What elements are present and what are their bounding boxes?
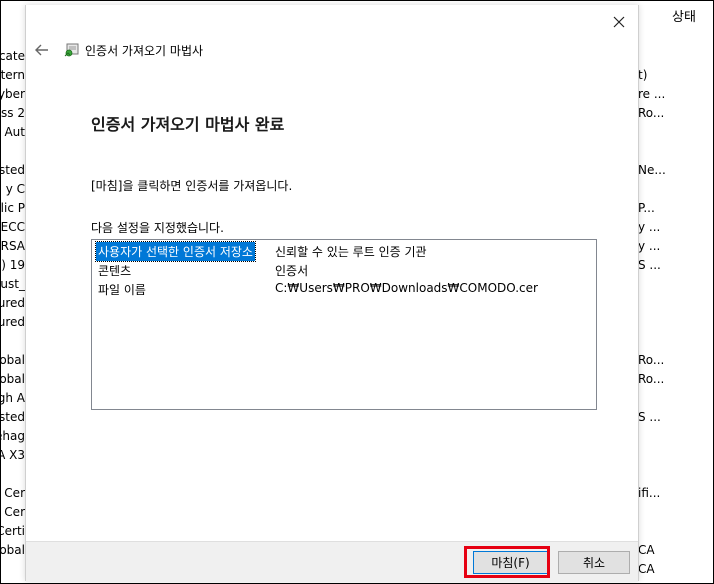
background-row: sured [1,296,25,310]
background-row: S ... [638,258,661,272]
finish-button[interactable]: 마침(F) [473,551,548,574]
list-item[interactable]: 파일 이름 C:₩Users₩PRO₩Downloads₩COMODO.cer [92,280,596,298]
background-row: lic P [1,201,25,215]
background-row: y ... [638,220,661,234]
background-row: ss 2 [1,106,25,120]
dialog-footer: 마침(F) 취소 [26,541,638,582]
background-row: ECC [1,220,25,234]
background-row: Ro... [638,372,665,386]
background-row: c) 19 [1,258,25,272]
certificate-wizard-icon [64,43,79,57]
background-row: re ... [638,87,666,101]
background-row: ifi... [638,486,661,500]
setting-value: 인증서 [275,264,309,278]
page-title: 인증서 가져오기 마법사 완료 [91,115,285,134]
background-row: Certi [1,524,25,538]
cancel-button[interactable]: 취소 [558,551,630,574]
background-row: obal [1,353,25,367]
back-button[interactable] [32,41,52,59]
close-button[interactable] [608,11,630,33]
background-row: ehag [1,429,25,443]
background-row: sured [1,315,25,329]
background-row: P... [638,201,655,215]
background-list-right: t) re ... Ro... Ne... P... y ... y ... S… [638,1,713,581]
background-row: yber [1,87,25,101]
finish-instruction-text: [마침]을 클릭하면 인증서를 가져옵니다. [91,179,293,193]
status-column-header: 상태 [672,10,696,25]
background-list-left: cate tern yber ss 2 Aut sted y C lic P E… [1,1,25,581]
background-row: S ... [638,410,661,424]
background-row: obal [1,543,25,557]
setting-key: 사용자가 선택한 인증서 저장소 [95,241,256,262]
background-row: obal [1,372,25,386]
background-row: Ne... [638,163,666,177]
back-arrow-icon [35,44,48,56]
background-row: A X3 [1,448,25,462]
background-row: CA [638,543,655,557]
background-row: Ro... [638,106,665,120]
background-row: t Cer [1,486,25,500]
background-row: t) [638,68,648,82]
settings-summary-label: 다음 설정을 지정했습니다. [91,221,224,235]
certificate-import-wizard-dialog: 인증서 가져오기 마법사 인증서 가져오기 마법사 완료 [마침]을 클릭하면 … [25,5,639,582]
setting-value: 신뢰할 수 있는 루트 인증 기관 [275,245,427,259]
background-row: Ro... [638,353,665,367]
list-item[interactable]: 콘텐츠 인증서 [92,261,596,279]
background-row: cate [1,49,25,63]
background-row: sted [1,163,25,177]
background-row: RSA [1,239,25,253]
background-row: y ... [638,239,661,253]
list-item[interactable]: 사용자가 선택한 인증서 저장소 신뢰할 수 있는 루트 인증 기관 [92,241,596,262]
wizard-window-title: 인증서 가져오기 마법사 [85,44,204,58]
background-row: gh A [1,391,25,405]
background-row: y C [5,182,25,196]
setting-value: C:₩Users₩PRO₩Downloads₩COMODO.cer [275,281,538,295]
settings-summary-list[interactable]: 사용자가 선택한 인증서 저장소 신뢰할 수 있는 루트 인증 기관 콘텐츠 인… [91,239,597,410]
setting-key: 콘텐츠 [98,264,132,278]
background-row: tern [1,68,25,82]
background-row: sted [1,410,25,424]
background-row: rust_ [1,277,25,291]
close-icon [613,16,625,28]
background-row: Aut [4,125,25,139]
background-row: t Cer [1,505,25,519]
setting-key: 파일 이름 [98,283,146,297]
background-row: CA [638,562,655,576]
